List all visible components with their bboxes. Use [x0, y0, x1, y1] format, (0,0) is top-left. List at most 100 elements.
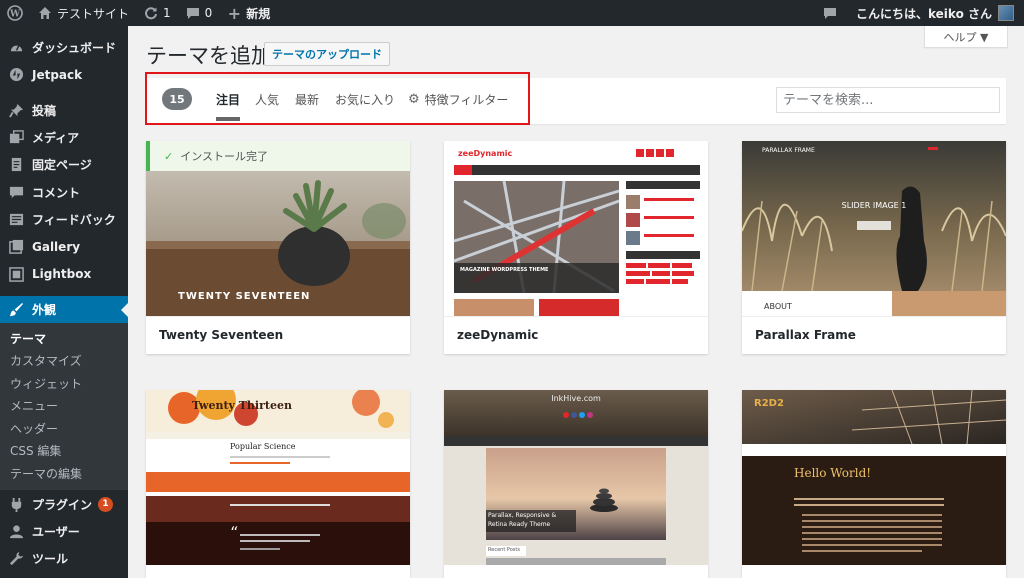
menu-label: Jetpack: [32, 67, 83, 82]
lightbox-icon: [8, 266, 24, 282]
shot-title: Twenty Thirteen: [192, 399, 292, 412]
submenu-themes[interactable]: テーマ: [0, 327, 128, 350]
menu-label: Lightbox: [32, 267, 92, 282]
feature-filter-button[interactable]: ⚙ 特徴フィルター: [408, 91, 508, 108]
pin-icon: [8, 102, 24, 118]
shot-title: PARALLAX FRAME: [762, 147, 815, 154]
menu-plugins[interactable]: プラグイン 1: [0, 490, 128, 517]
help-button[interactable]: ヘルプ ▼: [924, 26, 1008, 48]
menu-lightbox[interactable]: Lightbox: [0, 260, 128, 287]
menu-label: メディア: [32, 131, 80, 146]
svg-text:W: W: [9, 10, 21, 20]
theme-card-parallax-frame[interactable]: PARALLAX FRAME SLIDER IMAGE 1 ABOUT Para…: [742, 141, 1006, 354]
shot-caption: Parallax, Responsive & Retina Ready Them…: [488, 512, 557, 528]
appearance-submenu: テーマ カスタマイズ ウィジェット メニュー ヘッダー CSS 編集 テーマの編…: [0, 322, 128, 491]
gallery-icon: [8, 239, 24, 255]
updates-link[interactable]: 1: [136, 0, 178, 26]
shot-heading: Popular Science: [230, 442, 296, 451]
new-content-link[interactable]: + 新規: [219, 0, 277, 26]
main-content: ヘルプ ▼ テーマを追加 テーマのアップロード 15 注目 人気 最新 お気に入…: [128, 26, 1024, 578]
feedback-icon: [8, 211, 24, 227]
submenu-theme-editor[interactable]: テーマの編集: [0, 462, 128, 485]
menu-label: フィードバック: [32, 212, 116, 227]
menu-label: 外観: [32, 302, 57, 317]
menu-gallery[interactable]: Gallery: [0, 233, 128, 260]
notifications-button[interactable]: [815, 0, 849, 26]
submenu-css-edit[interactable]: CSS 編集: [0, 439, 128, 462]
svg-text:“: “: [230, 523, 238, 542]
submenu-menus[interactable]: メニュー: [0, 394, 128, 417]
menu-feedback[interactable]: フィードバック: [0, 206, 128, 233]
tab-favorites[interactable]: お気に入り: [335, 91, 395, 108]
theme-screenshot: zeeDynamic MAGAZINE WORDPRESS THEME: [444, 141, 708, 316]
theme-name: Twenty Seventeen: [146, 316, 410, 354]
menu-label: 固定ページ: [32, 158, 92, 173]
theme-screenshot: R2D2 Hello World!: [742, 390, 1006, 565]
menu-dashboard[interactable]: ダッシュボード: [0, 34, 128, 61]
menu-label: コメント: [32, 185, 81, 200]
menu-jetpack[interactable]: Jetpack: [0, 61, 128, 88]
theme-card-zeedynamic[interactable]: zeeDynamic MAGAZINE WORDPRESS THEME zeeD…: [444, 141, 708, 354]
theme-card-inkhive[interactable]: InkHive.com Parallax, Responsive & Retin…: [444, 390, 708, 578]
menu-label: 投稿: [32, 103, 57, 118]
wordpress-logo-button[interactable]: W: [0, 0, 30, 26]
jetpack-icon: [8, 67, 24, 83]
checkmark-icon: ✓: [164, 149, 174, 163]
theme-card-r2d2[interactable]: R2D2 Hello World!: [742, 390, 1006, 578]
shot-caption: SLIDER IMAGE 1: [841, 201, 907, 210]
shot-section: Recent Posts: [488, 547, 520, 553]
page-title: テーマを追加: [146, 44, 272, 68]
wrench-icon: [8, 551, 24, 567]
tab-popular[interactable]: 人気: [255, 91, 279, 108]
brush-icon: [8, 301, 24, 317]
tab-featured[interactable]: 注目: [216, 91, 241, 121]
installed-label: インストール完了: [180, 150, 268, 163]
theme-screenshot: PARALLAX FRAME SLIDER IMAGE 1 ABOUT: [742, 141, 1006, 316]
menu-pages[interactable]: 固定ページ: [0, 151, 128, 178]
shot-title: zeeDynamic: [458, 149, 513, 158]
theme-filter-bar: 15 注目 人気 最新 お気に入り ⚙ 特徴フィルター: [146, 78, 1006, 124]
theme-name: Parallax Frame: [742, 316, 1006, 354]
menu-comments[interactable]: コメント: [0, 178, 128, 205]
home-icon: [37, 5, 53, 21]
menu-users[interactable]: ユーザー: [0, 518, 128, 545]
comments-link[interactable]: 0: [178, 0, 220, 26]
menu-label: Gallery: [32, 239, 81, 254]
shot-title: R2D2: [754, 398, 784, 409]
admin-sidebar: ダッシュボード Jetpack 投稿 メディア 固定ページ コメント フィードバ…: [0, 26, 128, 578]
menu-tools[interactable]: ツール: [0, 545, 128, 572]
menu-media[interactable]: メディア: [0, 124, 128, 151]
site-name-link[interactable]: テストサイト: [30, 0, 136, 26]
plus-icon: +: [227, 3, 241, 23]
admin-bar: W テストサイト 1 0 + 新規 こんにちは、keiko さん: [0, 0, 1024, 26]
account-menu[interactable]: こんにちは、keiko さん: [849, 0, 1024, 26]
menu-label: ユーザー: [32, 524, 80, 539]
shot-section: ABOUT: [764, 302, 792, 311]
media-icon: [8, 130, 24, 146]
theme-card-twenty-thirteen[interactable]: “ Twenty Thirteen Popular Science: [146, 390, 410, 578]
greeting: こんにちは、keiko さん: [856, 6, 992, 21]
shot-title: TWENTY SEVENTEEN: [178, 291, 311, 302]
dashboard-icon: [8, 40, 24, 56]
plugin-icon: [8, 496, 24, 512]
theme-search-input[interactable]: [776, 87, 1000, 113]
submenu-header[interactable]: ヘッダー: [0, 417, 128, 440]
feature-filter-label: 特徴フィルター: [424, 93, 509, 107]
tab-latest[interactable]: 最新: [295, 91, 319, 108]
theme-screenshot: “ Twenty Thirteen Popular Science: [146, 390, 410, 565]
theme-card-twenty-seventeen[interactable]: ✓ インストール完了 TWENTY SEVENTEEN Twenty Seven…: [146, 141, 410, 354]
theme-screenshot: InkHive.com Parallax, Responsive & Retin…: [444, 390, 708, 565]
new-label: 新規: [246, 6, 271, 21]
site-name: テストサイト: [57, 6, 130, 21]
submenu-widgets[interactable]: ウィジェット: [0, 372, 128, 395]
upload-theme-button[interactable]: テーマのアップロード: [264, 42, 390, 66]
menu-appearance[interactable]: 外観: [0, 295, 128, 323]
shot-heading: Hello World!: [794, 466, 872, 480]
submenu-customize[interactable]: カスタマイズ: [0, 349, 128, 372]
updates-count: 1: [163, 6, 171, 20]
menu-label: ダッシュボード: [32, 41, 117, 56]
shot-title: InkHive.com: [551, 394, 601, 403]
menu-posts[interactable]: 投稿: [0, 97, 128, 124]
refresh-icon: [143, 5, 159, 21]
avatar: [998, 5, 1014, 21]
